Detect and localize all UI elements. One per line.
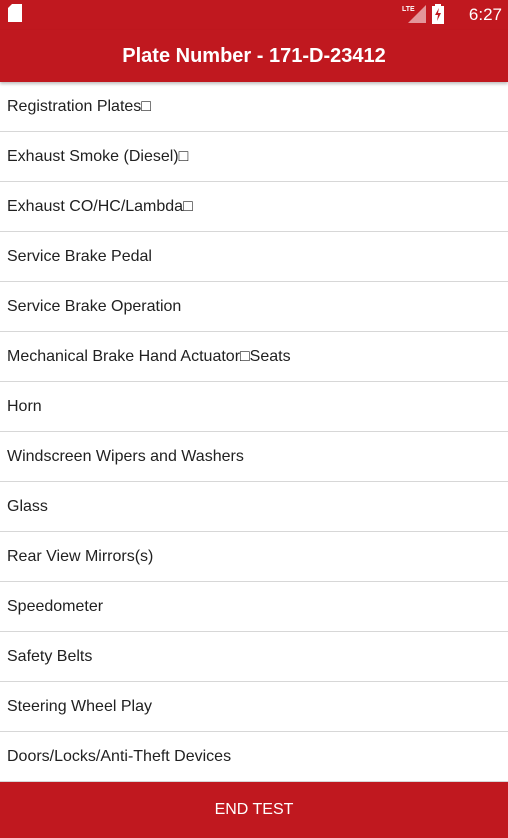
list-item[interactable]: Windscreen Wipers and Washers xyxy=(0,432,508,482)
list-item[interactable]: Exhaust CO/HC/Lambda□ xyxy=(0,182,508,232)
status-clock: 6:27 xyxy=(468,5,502,24)
list-item[interactable]: Mechanical Brake Hand Actuator□Seats xyxy=(0,332,508,382)
network-type-label: LTE xyxy=(402,6,415,13)
lte-signal-icon: LTE xyxy=(402,5,426,23)
list-item[interactable]: Safety Belts xyxy=(0,632,508,682)
list-item[interactable]: Exhaust Smoke (Diesel)□ xyxy=(0,132,508,182)
inspection-checklist: Registration Plates□ Exhaust Smoke (Dies… xyxy=(0,82,508,782)
list-item[interactable]: Service Brake Pedal xyxy=(0,232,508,282)
list-item[interactable]: Service Brake Operation xyxy=(0,282,508,332)
list-item[interactable]: Horn xyxy=(0,382,508,432)
list-item[interactable]: Doors/Locks/Anti-Theft Devices xyxy=(0,732,508,782)
list-item[interactable]: Glass xyxy=(0,482,508,532)
page-title: Plate Number - 171-D-23412 xyxy=(122,45,386,67)
battery-charging-icon xyxy=(432,4,444,24)
sd-card-icon xyxy=(8,4,22,22)
status-bar: LTE 6:27 xyxy=(0,0,508,30)
app-bar: Plate Number - 171-D-23412 xyxy=(0,30,508,82)
list-item[interactable]: Rear View Mirrors(s) xyxy=(0,532,508,582)
end-test-button[interactable]: END TEST xyxy=(0,782,508,838)
list-item[interactable]: Speedometer xyxy=(0,582,508,632)
list-item[interactable]: Registration Plates□ xyxy=(0,82,508,132)
list-item[interactable]: Steering Wheel Play xyxy=(0,682,508,732)
